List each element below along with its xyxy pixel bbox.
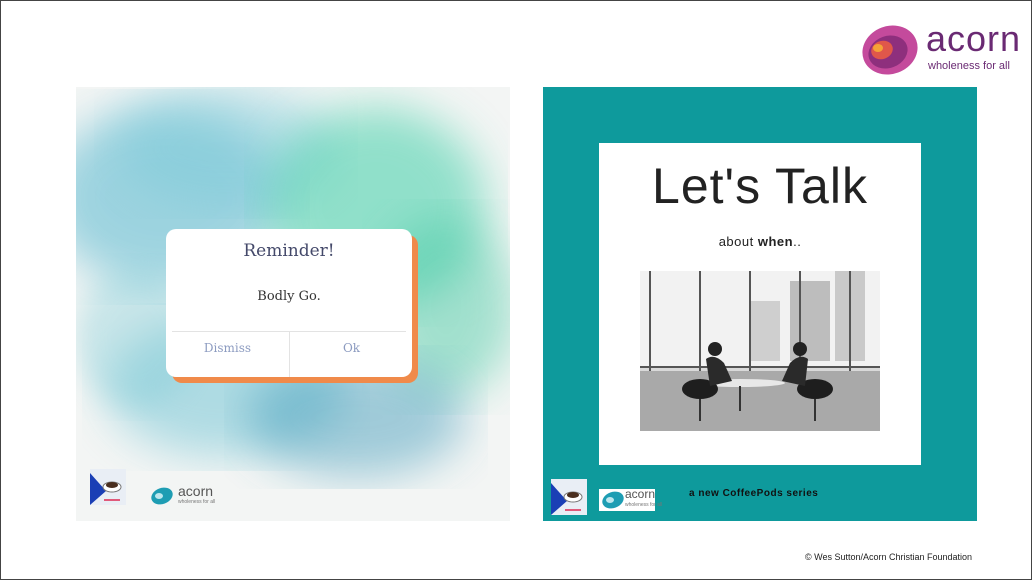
- brand-name: acorn: [926, 18, 1022, 59]
- dismiss-button[interactable]: Dismiss: [166, 341, 289, 355]
- copyright-notice: © Wes Sutton/Acorn Christian Foundation: [805, 552, 973, 562]
- talk-subtitle-prefix: about: [718, 234, 758, 249]
- series-label: a new CoffeePods series: [689, 488, 819, 499]
- lets-talk-card: Let's Talk about when.. acorn wholeness …: [543, 87, 977, 521]
- reminder-card: Reminder! Bodly Go. Dismiss Ok acorn who…: [76, 87, 510, 521]
- reminder-dialog: Reminder! Bodly Go. Dismiss Ok: [166, 229, 412, 377]
- acorn-mini-icon: [151, 487, 173, 505]
- ok-button[interactable]: Ok: [290, 341, 413, 355]
- talk-title: Let's Talk: [652, 158, 868, 214]
- dialog-title: Reminder!: [243, 241, 335, 261]
- lets-talk-inner: Let's Talk about when..: [599, 143, 921, 465]
- coffeepods-logo-icon: [90, 469, 126, 505]
- talk-subtitle-bold: when: [757, 234, 794, 249]
- talk-subtitle: about when..: [599, 234, 921, 249]
- acorn-mini-tagline-right: wholeness for all: [625, 502, 663, 508]
- coffeepods-logo-icon-right: [551, 479, 587, 515]
- brand-tagline: wholeness for all: [928, 60, 1010, 72]
- acorn-brand-logo: acorn wholeness for all: [858, 18, 1020, 78]
- acorn-logo-icon: [862, 25, 918, 75]
- acorn-mini-word-right: acorn: [625, 487, 656, 501]
- acorn-mini-tagline: wholeness for all: [178, 499, 216, 505]
- dialog-message: Bodly Go.: [257, 289, 321, 304]
- acorn-mini-logo: acorn wholeness for all: [150, 483, 240, 511]
- acorn-mini-icon-right: [602, 491, 624, 509]
- acorn-mini-logo-right: acorn wholeness for all: [601, 487, 662, 511]
- meeting-photo: [640, 271, 880, 431]
- talk-subtitle-suffix: ..: [793, 234, 802, 249]
- acorn-mini-word: acorn: [178, 483, 214, 499]
- acorn-mini-logo-right-bg: acorn wholeness for all: [599, 487, 662, 511]
